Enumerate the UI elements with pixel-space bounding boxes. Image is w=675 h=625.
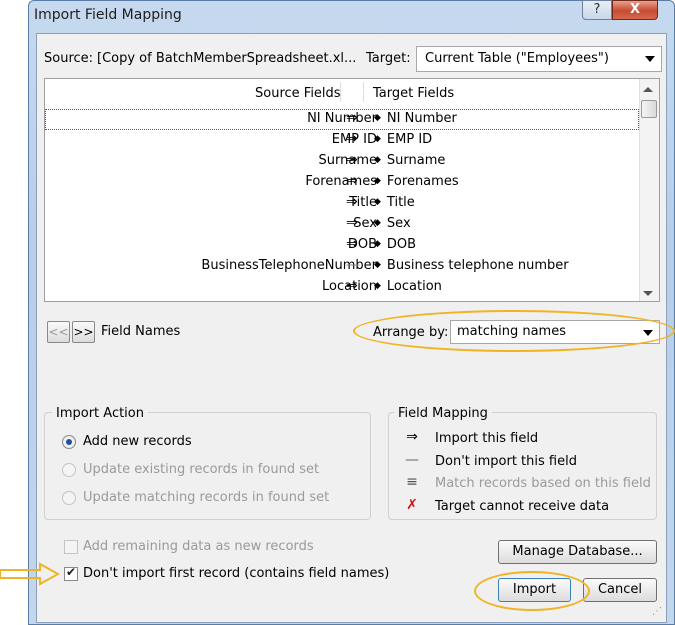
target-field: Sex <box>386 216 411 231</box>
chevron-down-icon <box>645 56 655 62</box>
scroll-down-icon[interactable] <box>643 291 653 296</box>
import-arrow-icon[interactable]: ⇒ <box>346 131 358 147</box>
close-button[interactable]: X <box>612 0 658 20</box>
previous-record-button[interactable]: << <box>47 321 70 343</box>
target-field: Title <box>386 195 415 210</box>
radio-add-new-records[interactable] <box>62 435 76 449</box>
reorder-handle-icon[interactable]: ◆ <box>374 260 381 270</box>
reorder-handle-icon[interactable]: ◆ <box>374 113 381 123</box>
window-title: Import Field Mapping <box>34 7 182 23</box>
column-header-divider <box>340 82 364 102</box>
table-row[interactable]: Forenames ⇒ ◆ Forenames <box>45 172 639 193</box>
source-value: [Copy of BatchMemberSpreadsheet.xl... <box>97 51 355 66</box>
import-arrow-icon[interactable]: ⇒ <box>346 110 358 126</box>
table-row[interactable]: EMP ID ⇒ ◆ EMP ID <box>45 130 639 151</box>
import-arrow-icon[interactable]: ⇒ <box>346 194 358 210</box>
table-row[interactable]: Title ⇒ ◆ Title <box>45 193 639 214</box>
legend-dont-import-label: Don't import this field <box>435 454 577 469</box>
cancel-button[interactable]: Cancel <box>583 578 657 602</box>
legend-cannot-receive-label: Target cannot receive data <box>435 499 610 514</box>
dont-import-dash-icon[interactable]: — <box>346 257 360 273</box>
target-field: Forenames <box>386 174 459 189</box>
dash-icon: — <box>405 452 419 468</box>
update-matching-label[interactable]: Update matching records in found set <box>83 490 329 505</box>
next-record-button[interactable]: >> <box>72 321 95 343</box>
import-arrow-icon[interactable]: ⇒ <box>346 236 358 252</box>
add-new-records-label[interactable]: Add new records <box>83 434 192 449</box>
import-arrow-icon[interactable]: ⇒ <box>346 173 358 189</box>
legend-import-label: Import this field <box>435 431 539 446</box>
source-field: Forenames <box>305 174 377 189</box>
table-row[interactable]: Location ⇒ ◆ Location <box>45 277 639 298</box>
add-remaining-checkbox[interactable] <box>64 540 78 554</box>
reorder-handle-icon[interactable]: ◆ <box>374 218 381 228</box>
reorder-handle-icon[interactable]: ◆ <box>374 197 381 207</box>
table-row[interactable]: Sex ⇒ ◆ Sex <box>45 214 639 235</box>
help-icon: ? <box>593 2 601 17</box>
import-arrow-icon: ⇒ <box>406 429 418 445</box>
column-header-target[interactable]: Target Fields <box>373 86 454 101</box>
target-label: Target: <box>366 51 411 66</box>
import-arrow-icon[interactable]: ⇒ <box>346 278 358 294</box>
cannot-receive-x-icon: ✗ <box>406 497 418 513</box>
reorder-handle-icon[interactable]: ◆ <box>374 155 381 165</box>
legend-match-label: Match records based on this field <box>435 476 651 491</box>
annotation-arrow-icon <box>0 562 60 586</box>
target-select[interactable]: Current Table ("Employees") <box>416 46 662 72</box>
reorder-handle-icon[interactable]: ◆ <box>374 176 381 186</box>
dont-import-first-label[interactable]: Don't import first record (contains fiel… <box>83 566 389 581</box>
target-field: EMP ID <box>386 132 433 147</box>
scroll-up-icon[interactable] <box>643 87 653 92</box>
radio-update-matching[interactable] <box>62 491 76 505</box>
target-field: NI Number <box>386 111 457 126</box>
target-field: DOB <box>386 237 417 252</box>
radio-update-existing[interactable] <box>62 463 76 477</box>
table-row[interactable]: BusinessTelephoneNumber — ◆ Business tele… <box>45 256 639 277</box>
highlight-ellipse <box>474 571 590 611</box>
resize-grip-icon[interactable]: ⋰ <box>652 606 662 617</box>
field-names-label: Field Names <box>101 324 181 339</box>
import-arrow-icon[interactable]: ⇒ <box>346 215 358 231</box>
help-button[interactable]: ? <box>582 0 612 20</box>
table-row[interactable]: Surname ⇒ ◆ Surname <box>45 151 639 172</box>
reorder-handle-icon[interactable]: ◆ <box>374 134 381 144</box>
reorder-handle-icon[interactable]: ◆ <box>374 239 381 249</box>
close-icon: X <box>629 2 641 17</box>
target-field: Business telephone number <box>386 258 569 273</box>
highlight-ellipse <box>353 310 675 352</box>
table-row[interactable]: NI Number ⇒ ◆ NI Number <box>45 109 639 130</box>
import-arrow-icon[interactable]: ⇒ <box>346 152 358 168</box>
column-header-source[interactable]: Source Fields <box>255 86 341 101</box>
manage-database-button[interactable]: Manage Database... <box>498 540 657 564</box>
match-equals-icon: ≡ <box>406 474 418 490</box>
target-field: Surname <box>386 153 446 168</box>
import-action-title: Import Action <box>52 406 148 421</box>
table-row[interactable]: DOB ⇒ ◆ DOB <box>45 235 639 256</box>
target-field: Location <box>386 279 442 294</box>
source-label: Source: <box>44 51 94 66</box>
add-remaining-label[interactable]: Add remaining data as new records <box>83 539 314 554</box>
reorder-handle-icon[interactable]: ◆ <box>374 281 381 291</box>
field-mapping-title: Field Mapping <box>394 406 492 421</box>
source-field: NI Number <box>307 111 377 126</box>
target-select-value: Current Table ("Employees") <box>425 51 609 66</box>
dont-import-first-checkbox[interactable] <box>64 565 78 581</box>
update-existing-label[interactable]: Update existing records in found set <box>83 462 319 477</box>
scroll-thumb[interactable] <box>641 100 657 118</box>
